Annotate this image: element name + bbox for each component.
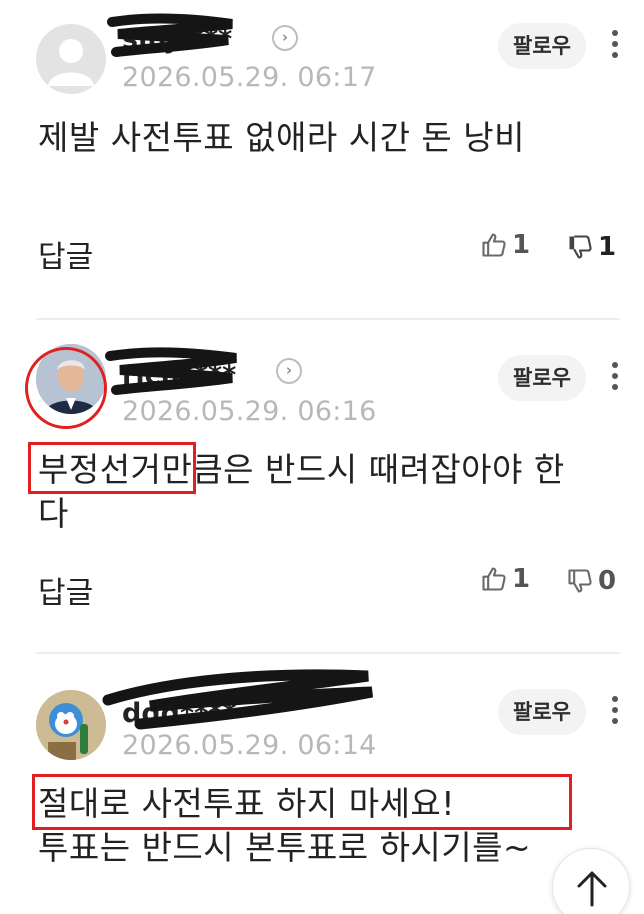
comment-body-rest: 투표는 반드시 본투표로 하시기를~ [38, 828, 532, 867]
profile-photo [36, 690, 106, 760]
arrow-up-icon [577, 871, 607, 907]
comment-item: rich**** › 2026.05.29. 06:16 팔로우 부정선거만큼은… [0, 320, 644, 652]
avatar[interactable] [36, 690, 106, 760]
chevron-right-icon[interactable]: › [276, 358, 302, 384]
follow-button[interactable]: 팔로우 [498, 355, 586, 401]
avatar[interactable] [36, 344, 106, 414]
chevron-right-icon[interactable]: › [272, 25, 298, 51]
reply-button[interactable]: 답글 [38, 568, 93, 612]
dislike-button[interactable]: 1 [566, 232, 616, 262]
thumbs-up-icon [482, 233, 506, 257]
thumbs-down-icon [569, 235, 592, 259]
comment-body: 제발 사전투표 없애라 시간 돈 낭비 [38, 118, 525, 157]
more-vertical-icon[interactable] [610, 28, 620, 64]
default-avatar-icon [48, 39, 94, 86]
avatar[interactable] [36, 24, 106, 94]
like-button[interactable]: 1 [480, 230, 530, 260]
more-vertical-icon[interactable] [610, 694, 620, 730]
dislike-count: 1 [598, 232, 617, 262]
highlighted-phrase: 절대로 사전투표 하지 마세요! [38, 784, 456, 823]
reply-button[interactable]: 답글 [38, 232, 93, 276]
dislike-count: 0 [598, 566, 617, 596]
username[interactable]: sinj**** [122, 24, 232, 55]
dislike-button[interactable]: 0 [566, 566, 616, 596]
like-button[interactable]: 1 [480, 564, 530, 594]
comment-item: ddd**** 2026.05.29. 06:14 팔로우 절대로 사전투표 하… [0, 654, 644, 914]
timestamp: 2026.05.29. 06:17 [122, 62, 377, 93]
like-count: 1 [512, 564, 531, 594]
comment-body: 부정선거만큼은 반드시 때려잡아야 한다 [38, 448, 578, 536]
like-count: 1 [512, 230, 531, 260]
timestamp: 2026.05.29. 06:14 [122, 730, 377, 761]
more-vertical-icon[interactable] [610, 360, 620, 396]
profile-photo [36, 344, 106, 414]
scroll-to-top-button[interactable] [552, 848, 630, 914]
username[interactable]: rich**** [122, 360, 236, 391]
comment-item: sinj**** › 2026.05.29. 06:17 팔로우 제발 사전투표… [0, 0, 644, 318]
username[interactable]: ddd**** [122, 698, 236, 729]
follow-button[interactable]: 팔로우 [498, 23, 586, 69]
thumbs-down-icon [568, 569, 592, 593]
follow-button[interactable]: 팔로우 [498, 689, 586, 735]
timestamp: 2026.05.29. 06:16 [122, 396, 377, 427]
comment-body: 절대로 사전투표 하지 마세요! 투표는 반드시 본투표로 하시기를~ [38, 782, 558, 870]
highlighted-phrase: 부정선거 [38, 450, 162, 489]
thumbs-up-icon [482, 567, 506, 591]
